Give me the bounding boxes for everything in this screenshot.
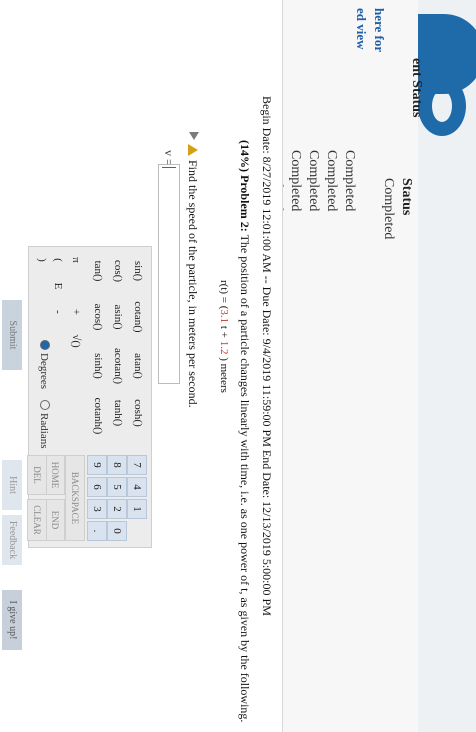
status-value: Completed	[288, 150, 303, 212]
link-line[interactable]: here for	[370, 8, 388, 52]
key-cos[interactable]: cos()	[109, 251, 127, 291]
key-sinh[interactable]: sinh()	[89, 343, 107, 389]
key-backspace[interactable]: BACKSPACE	[65, 455, 85, 541]
problem-label: (14%) Problem 2:	[238, 140, 252, 232]
status-panel-heading: ent Status	[409, 58, 424, 118]
status-value: Completed	[342, 150, 357, 212]
feedback-button[interactable]: Feedback	[2, 515, 22, 565]
question-text: Find the speed of the particle, in meter…	[186, 160, 200, 408]
status-value: Completed	[306, 150, 321, 212]
formula-coefficient-1: 3.1	[218, 309, 230, 324]
key-cotan[interactable]: cotan()	[129, 295, 147, 339]
link-line[interactable]: ed view	[352, 8, 370, 52]
key-7[interactable]: 7	[127, 455, 147, 475]
logo-part	[418, 76, 466, 136]
key-0[interactable]: 0	[107, 521, 127, 541]
rotated-page: ent Status here for ed view Status Compl…	[0, 0, 476, 732]
problem-text: The position of a particle changes linea…	[238, 234, 252, 723]
key-plus[interactable]: +	[67, 303, 85, 321]
key-6[interactable]: 6	[87, 477, 107, 497]
radians-label: Radians	[38, 413, 50, 449]
status-value: Completed	[324, 150, 339, 212]
hint-button[interactable]: Hint	[2, 460, 22, 510]
key-pi[interactable]: π	[67, 251, 85, 269]
formula-coefficient-2: 1.2	[218, 340, 230, 355]
detailed-view-link[interactable]: here for ed view	[352, 8, 388, 52]
key-2[interactable]: 2	[107, 499, 127, 519]
key-tan[interactable]: tan()	[89, 251, 107, 291]
assignment-status-panel: ent Status here for ed view Status Compl…	[270, 0, 424, 732]
give-up-button[interactable]: I give up!	[2, 590, 22, 650]
position-formula: r(t) = (3.1 t + 1.2 ) meters	[218, 280, 230, 393]
key-end[interactable]: END	[45, 499, 65, 541]
assignment-dates: Begin Date: 8/27/2019 12:01:00 AM -- Due…	[260, 96, 274, 616]
key-1[interactable]: 1	[127, 499, 147, 519]
key-clear[interactable]: CLEAR	[27, 499, 47, 541]
degrees-label: Degrees	[38, 353, 50, 390]
key-tanh[interactable]: tanh()	[109, 393, 127, 433]
key-close-paren[interactable]: )	[33, 251, 51, 269]
text-caret	[162, 167, 176, 168]
question-line: Find the speed of the particle, in meter…	[185, 132, 200, 408]
problem-statement: (14%) Problem 2: The position of a parti…	[237, 140, 252, 722]
key-sqrt[interactable]: √()	[67, 327, 85, 355]
warning-icon	[188, 144, 198, 156]
angle-mode-selector: Degrees Radians	[38, 340, 50, 449]
formula-middle: t +	[218, 323, 230, 341]
status-value: Completed	[381, 178, 396, 240]
key-4[interactable]: 4	[127, 477, 147, 497]
key-acos[interactable]: acos()	[89, 295, 107, 339]
formula-prefix: r(t) = (	[218, 280, 230, 310]
key-sin[interactable]: sin()	[129, 251, 147, 291]
key-5[interactable]: 5	[107, 477, 127, 497]
key-cosh[interactable]: cosh()	[129, 393, 147, 433]
key-minus[interactable]: -	[49, 303, 67, 321]
key-acotan[interactable]: acotan()	[109, 343, 127, 389]
problem-area: Begin Date: 8/27/2019 12:01:00 AM -- Due…	[0, 0, 283, 732]
key-del[interactable]: DEL	[27, 455, 47, 495]
action-buttons: Submit Hint Feedback I give up!	[0, 300, 22, 720]
key-8[interactable]: 8	[107, 455, 127, 475]
key-open-paren[interactable]: (	[49, 251, 67, 269]
submit-button[interactable]: Submit	[2, 300, 22, 370]
formula-suffix: ) meters	[218, 354, 230, 393]
status-column-heading: Status	[399, 178, 414, 216]
collapse-arrow-icon[interactable]	[189, 132, 199, 140]
key-9[interactable]: 9	[87, 455, 107, 475]
degrees-radio[interactable]	[40, 340, 50, 350]
radians-radio[interactable]	[40, 400, 50, 411]
key-3[interactable]: 3	[87, 499, 107, 519]
key-exp[interactable]: E	[49, 277, 67, 295]
key-dot[interactable]: .	[87, 521, 107, 541]
key-asin[interactable]: asin()	[109, 295, 127, 339]
answer-input[interactable]	[158, 164, 180, 384]
key-atan[interactable]: atan()	[129, 343, 147, 389]
header-band	[414, 0, 476, 732]
key-home[interactable]: HOME	[45, 455, 65, 495]
key-cotanh[interactable]: cotanh()	[89, 393, 107, 439]
